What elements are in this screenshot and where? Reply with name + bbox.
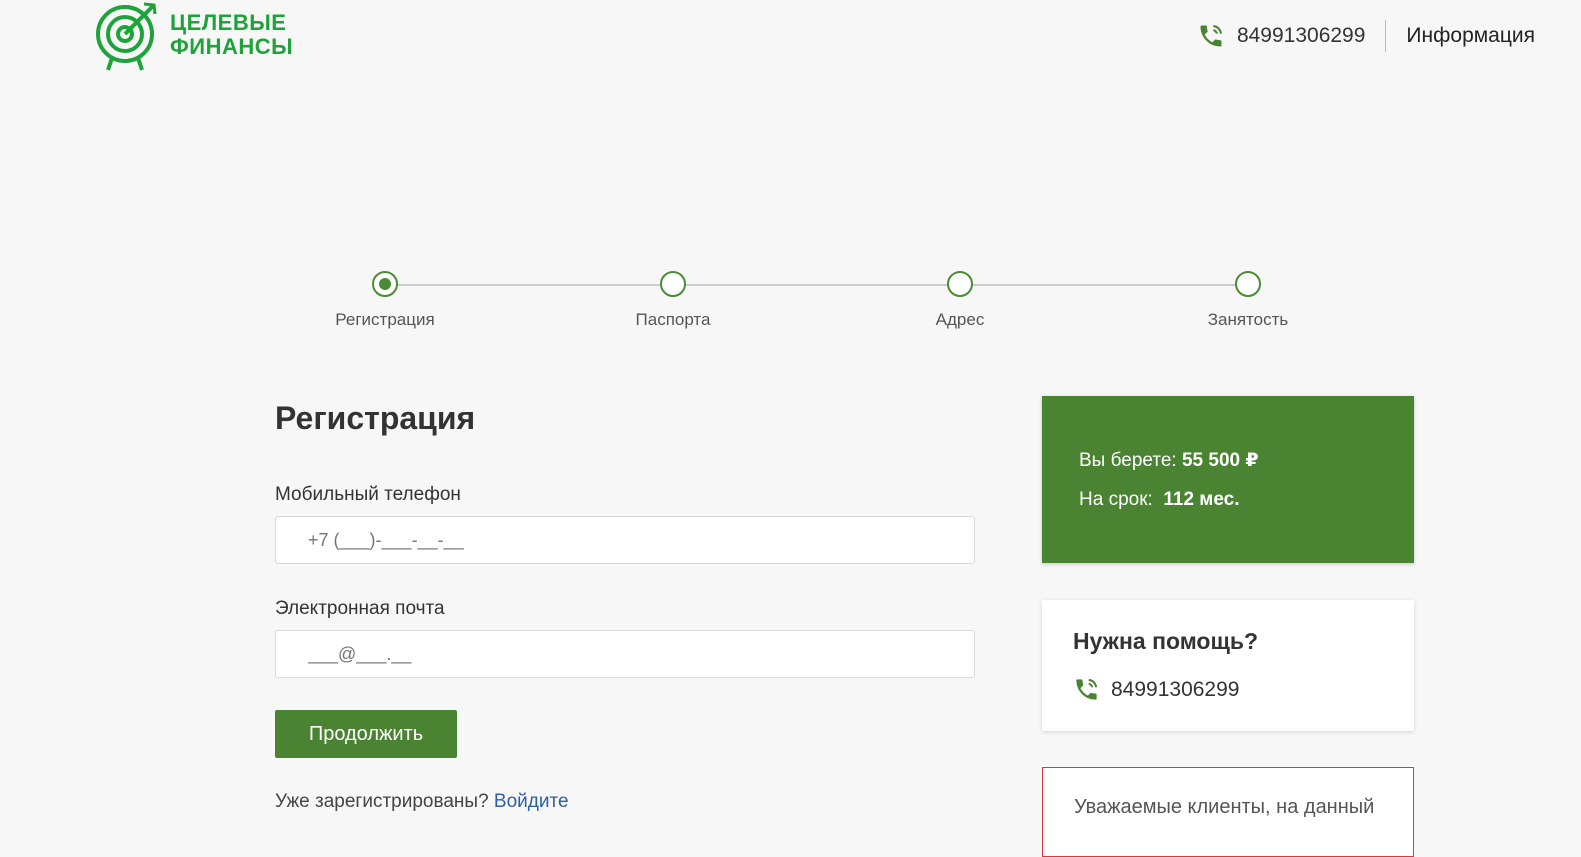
phone-icon [1200, 25, 1222, 47]
progress-stepper: Регистрация Паспорта Адрес Занятость [335, 271, 1288, 341]
logo-line-1: ЦЕЛЕВЫЕ [170, 10, 287, 35]
logo[interactable]: ЦЕЛЕВЫЕ ФИНАНСЫ [96, 0, 293, 72]
help-card: Нужна помощь? 84991306299 [1042, 600, 1414, 731]
notice-card: Уважаемые клиенты, на данный [1042, 767, 1414, 857]
loan-term-label: На срок: [1079, 489, 1153, 510]
step-label: Регистрация [335, 310, 435, 329]
notice-text: Уважаемые клиенты, на данный [1074, 796, 1375, 818]
help-title: Нужна помощь? [1073, 628, 1259, 654]
header-phone-number: 84991306299 [1236, 24, 1366, 47]
registration-form: Регистрация Мобильный телефон Электронна… [275, 395, 975, 812]
login-link[interactable]: Войдите [494, 791, 569, 812]
page-title: Регистрация [275, 400, 476, 436]
step-label: Занятость [1207, 310, 1289, 329]
help-phone-number: 84991306299 [1111, 677, 1240, 701]
loan-term-value: 112 мес. [1163, 489, 1240, 510]
info-link[interactable]: Информация [1386, 24, 1535, 48]
help-phone[interactable]: 84991306299 [1073, 676, 1239, 703]
step-passport: Паспорта [603, 271, 743, 330]
step-circle [947, 271, 973, 297]
loan-amount-row: Вы берете: 55 500 ₽ [1079, 449, 1259, 472]
phone-icon [1076, 678, 1098, 700]
phone-label: Мобильный телефон [275, 484, 461, 505]
email-label: Электронная почта [275, 598, 445, 619]
loan-amount-value: 55 500 ₽ [1181, 450, 1259, 471]
step-label: Паспорта [635, 310, 711, 329]
loan-amount-label: Вы берете: [1079, 450, 1177, 471]
loan-summary-card: Вы берете: 55 500 ₽ На срок: 112 мес. [1042, 396, 1414, 563]
logo-line-2: ФИНАНСЫ [170, 34, 294, 59]
loan-term-row: На срок: 112 мес. [1079, 489, 1240, 511]
stepper-line [384, 284, 1248, 286]
logo-text: ЦЕЛЕВЫЕ ФИНАНСЫ [170, 11, 293, 59]
header-phone[interactable]: 84991306299 [1197, 20, 1387, 52]
header-contacts: 84991306299 Информация [1197, 18, 1535, 54]
already-registered-text: Уже зарегистрированы? [275, 791, 489, 812]
step-address: Адрес [890, 271, 1030, 330]
step-circle-active [372, 271, 398, 297]
continue-button[interactable]: Продолжить [275, 710, 457, 758]
step-employment: Занятость [1178, 271, 1318, 330]
step-label: Адрес [935, 310, 985, 329]
step-registration: Регистрация [315, 271, 455, 330]
step-circle [1235, 271, 1261, 297]
step-circle [660, 271, 686, 297]
phone-input[interactable] [275, 516, 975, 564]
email-input[interactable] [275, 630, 975, 678]
target-logo-icon [96, 2, 157, 71]
login-prompt: Уже зарегистрированы? Войдите [275, 791, 569, 813]
